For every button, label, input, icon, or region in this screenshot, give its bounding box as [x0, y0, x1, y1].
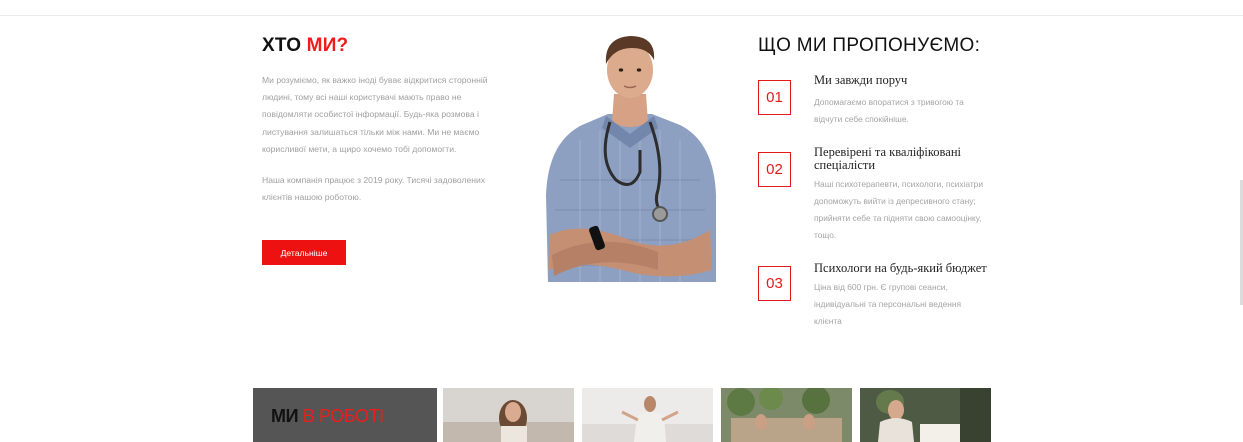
doctor-photo — [546, 36, 716, 282]
about-title: ХТО МИ? — [262, 34, 512, 58]
offer-description: Наші психотерапевти, психологи, психіатр… — [814, 179, 984, 240]
offer-number: 03 — [758, 266, 791, 301]
offer-title: Психологи на будь-який бюджет — [814, 261, 987, 275]
offer-number: 01 — [758, 80, 791, 115]
gallery-photo[interactable] — [860, 388, 991, 442]
offers-title: ЩО МИ ПРОПОНУЄМО: — [758, 35, 981, 56]
about-title-main: ХТО — [262, 35, 302, 56]
offer-description: Ціна від 600 грн. Є групові сеанси, інди… — [814, 282, 962, 326]
about-title-accent: МИ? — [306, 35, 349, 56]
details-button[interactable]: Детальніше — [262, 240, 346, 265]
top-divider — [0, 15, 1243, 16]
offer-number: 02 — [758, 152, 791, 187]
work-title-accent: В РОБОТІ — [302, 406, 384, 426]
about-paragraph-1: Ми розуміємо, як важко іноді буває відкр… — [262, 75, 488, 154]
work-gallery-card: МИ В РОБОТІ — [253, 388, 437, 442]
offer-title: Перевірені та кваліфіковані спеціалісти — [814, 145, 962, 172]
gallery-photo[interactable] — [721, 388, 852, 442]
offers-section: ЩО МИ ПРОПОНУЄМО: 01 Ми завжди поруч Доп… — [758, 34, 998, 326]
offer-title: Ми завжди поруч — [814, 73, 908, 87]
gallery-photo[interactable] — [582, 388, 713, 442]
gallery-photo[interactable] — [443, 388, 574, 442]
work-title-main: МИ — [271, 406, 299, 426]
about-section: ХТО МИ? Ми розуміємо, як важко іноді був… — [262, 34, 512, 265]
work-gallery-title: МИ В РОБОТІ — [271, 406, 384, 427]
offer-description: Допомагаємо впоратися з тривогою та відч… — [814, 97, 964, 124]
about-paragraph-2: Наша компанія працює з 2019 року. Тисячі… — [262, 175, 486, 203]
